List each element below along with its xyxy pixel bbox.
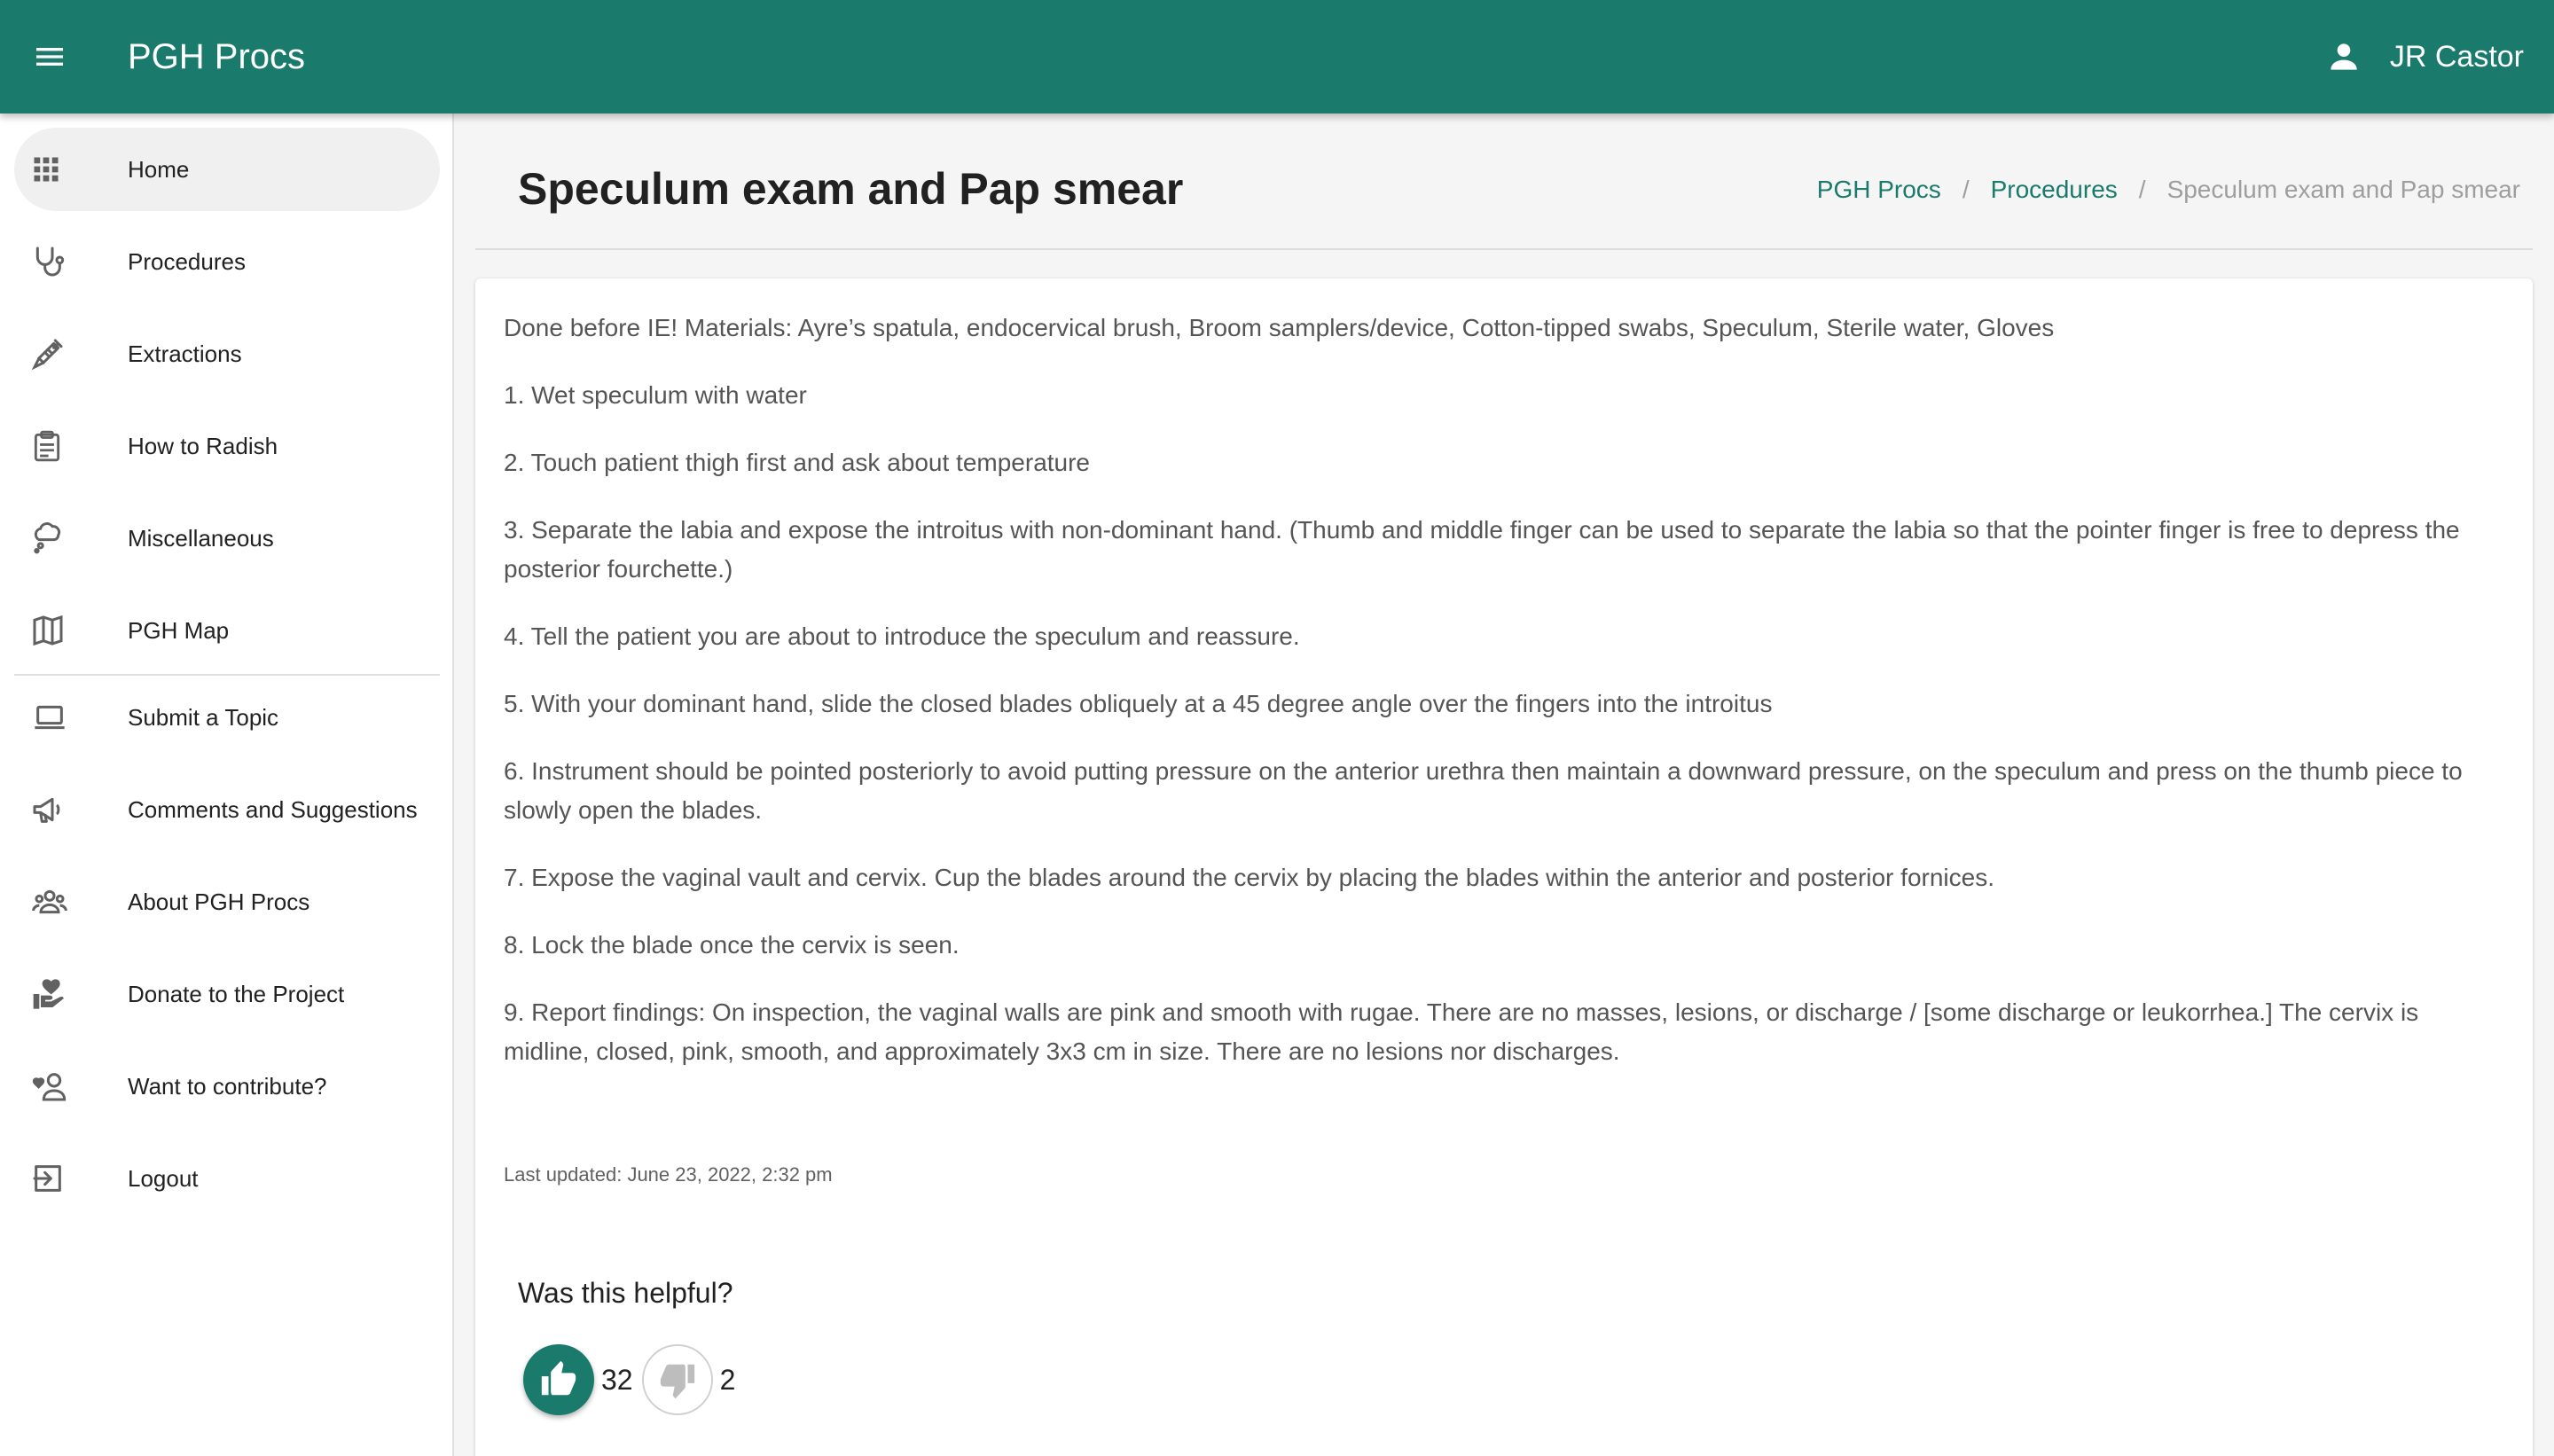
sidebar-item-label: Donate to the Project: [128, 980, 345, 1007]
sidebar: Home Procedures Extractions How to Radis…: [0, 114, 454, 1456]
dislike-button[interactable]: [641, 1344, 713, 1415]
group-icon: [14, 884, 114, 920]
vote-controls: 32 2: [523, 1344, 744, 1415]
sidebar-item-submit-topic[interactable]: Submit a Topic: [14, 676, 440, 759]
breadcrumb: PGH Procs / Procedures / Speculum exam a…: [1817, 176, 2520, 204]
sidebar-item-label: Procedures: [128, 247, 246, 275]
like-button[interactable]: [523, 1344, 594, 1415]
sidebar-item-donate[interactable]: Donate to the Project: [14, 952, 440, 1036]
grid-icon: [14, 153, 114, 185]
app-bar: PGH Procs JR Castor: [0, 0, 2554, 114]
sidebar-item-label: PGH Map: [128, 616, 230, 644]
person-icon: [2331, 43, 2357, 70]
map-icon: [14, 613, 114, 648]
megaphone-icon: [14, 792, 114, 827]
syringe-icon: [14, 336, 114, 372]
step-paragraph: 6. Instrument should be pointed posterio…: [504, 757, 2463, 824]
contributor-icon: [14, 1069, 114, 1104]
hamburger-menu-icon: [36, 48, 63, 66]
thumbs-down-icon: [660, 1364, 694, 1399]
last-updated: Last updated: June 23, 2022, 2:32 pm: [504, 1163, 833, 1186]
sidebar-item-label: Want to contribute?: [128, 1072, 327, 1100]
step-paragraph: 9. Report findings: On inspection, the v…: [504, 998, 2419, 1065]
sidebar-item-label: How to Radish: [128, 432, 278, 459]
step-paragraph: 5. With your dominant hand, slide the cl…: [504, 690, 1773, 717]
title-divider: [475, 248, 2533, 250]
app-title[interactable]: PGH Procs: [128, 37, 305, 77]
logout-icon: [14, 1161, 114, 1196]
user-menu[interactable]: JR Castor: [2324, 0, 2524, 114]
clipboard-icon: [14, 429, 114, 463]
breadcrumb-separator: /: [2138, 176, 2146, 203]
content-card: Done before IE! Materials: Ayre’s spatul…: [475, 278, 2533, 1456]
step-paragraph: 8. Lock the blade once the cervix is see…: [504, 931, 960, 959]
sidebar-item-label: Submit a Topic: [128, 703, 279, 731]
step-paragraph: 3. Separate the labia and expose the int…: [504, 516, 2460, 583]
sidebar-item-label: Logout: [128, 1164, 199, 1192]
sidebar-item-label: Miscellaneous: [128, 524, 274, 552]
step-paragraph: 2. Touch patient thigh first and ask abo…: [504, 449, 1091, 476]
sidebar-item-label: About PGH Procs: [128, 888, 310, 915]
procedure-content: Done before IE! Materials: Ayre’s spatul…: [504, 309, 2508, 1100]
sidebar-item-home[interactable]: Home: [14, 128, 440, 211]
thumbs-up-icon: [541, 1360, 576, 1396]
sidebar-item-label: Home: [128, 155, 190, 183]
sidebar-item-contribute[interactable]: Want to contribute?: [14, 1045, 440, 1128]
materials-paragraph: Done before IE! Materials: Ayre’s spatul…: [504, 314, 2055, 341]
sidebar-item-label: Extractions: [128, 340, 242, 367]
sidebar-item-extractions[interactable]: Extractions: [14, 312, 440, 395]
laptop-icon: [14, 700, 114, 735]
page-title: Speculum exam and Pap smear: [518, 164, 1184, 214]
donate-icon: [14, 976, 114, 1012]
sidebar-item-how-to-radish[interactable]: How to Radish: [14, 404, 440, 488]
step-paragraph: 1. Wet speculum with water: [504, 381, 807, 409]
sidebar-item-about[interactable]: About PGH Procs: [14, 860, 440, 943]
helpful-question: Was this helpful?: [518, 1277, 733, 1309]
sidebar-item-pgh-map[interactable]: PGH Map: [14, 589, 440, 672]
breadcrumb-link-home[interactable]: PGH Procs: [1817, 176, 1941, 204]
thought-bubble-icon: [14, 521, 114, 556]
step-paragraph: 7. Expose the vaginal vault and cervix. …: [504, 864, 1994, 891]
sidebar-item-comments[interactable]: Comments and Suggestions: [14, 768, 440, 851]
sidebar-item-label: Comments and Suggestions: [128, 795, 418, 823]
breadcrumb-link-procedures[interactable]: Procedures: [1991, 176, 2118, 204]
user-name: JR Castor: [2389, 39, 2524, 74]
sidebar-item-miscellaneous[interactable]: Miscellaneous: [14, 497, 440, 580]
like-count: 32: [601, 1363, 633, 1396]
stethoscope-icon: [14, 244, 114, 279]
step-paragraph: 4. Tell the patient you are about to int…: [504, 622, 1300, 650]
menu-button[interactable]: [0, 0, 99, 114]
sidebar-item-logout[interactable]: Logout: [14, 1137, 440, 1220]
breadcrumb-separator: /: [1962, 176, 1970, 203]
breadcrumb-current: Speculum exam and Pap smear: [2166, 176, 2520, 203]
dislike-count: 2: [719, 1363, 736, 1396]
sidebar-item-procedures[interactable]: Procedures: [14, 220, 440, 303]
